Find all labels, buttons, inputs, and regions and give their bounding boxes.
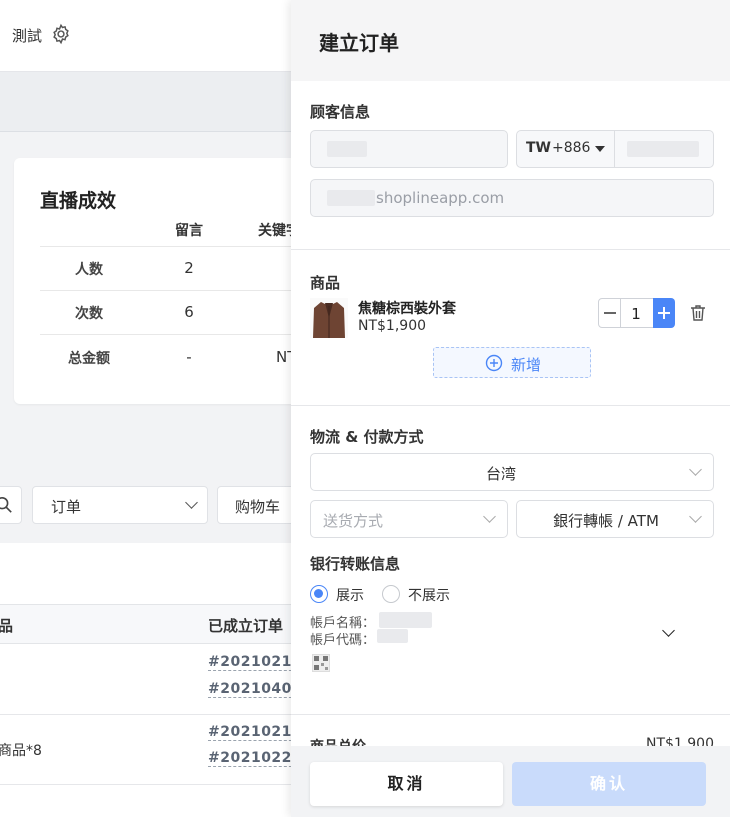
redacted-text [377,629,408,643]
redacted-text [379,612,432,628]
email-field[interactable]: shoplineapp.com [310,179,714,217]
search-box[interactable] [0,486,22,524]
redacted-text [327,141,367,157]
drawer-title: 建立订单 [319,31,399,55]
trash-icon[interactable] [690,304,706,326]
order-filter-select[interactable]: 订单 [32,486,208,524]
customer-section-title: 顾客信息 [310,103,371,121]
bank-section-title: 银行转账信息 [310,555,401,573]
stats-row-label: 次数 [75,306,103,322]
payment-method-select[interactable]: 銀行轉帳 / ATM [516,500,714,538]
live-stats-card: 直播成效 留言 关键字 人数 2 次数 6 总金额 - NT [14,158,330,404]
plus-circle-icon [485,354,503,376]
order-link[interactable]: #20210219 [208,654,303,671]
region-select[interactable]: 台湾 [310,453,714,491]
stats-row-label: 总金额 [68,351,110,367]
delivery-method-select[interactable]: 送货方式 [310,500,508,538]
hide-radio-label: 不展示 [408,588,450,604]
decrease-button[interactable] [599,299,621,327]
gear-icon[interactable] [50,23,72,45]
order-filter-label: 订单 [51,498,82,516]
stats-row-value: 2 [184,259,194,277]
chevron-down-icon [185,496,198,509]
add-product-label: 新增 [511,356,542,374]
chevron-down-icon [689,463,702,476]
cancel-button[interactable]: 取消 [310,762,503,806]
add-product-button[interactable]: 新增 [433,347,591,378]
divider [40,334,330,335]
confirm-button[interactable]: 确认 [512,762,706,806]
stats-row-value: 6 [184,303,194,321]
redacted-text [627,141,699,157]
customer-name-field[interactable] [310,130,508,168]
order-link[interactable]: #20210219 [208,724,303,741]
product-name: 焦糖棕西裝外套 [358,301,456,317]
stats-title: 直播成效 [40,190,117,212]
divider [291,714,730,715]
stats-row-label: 人数 [75,262,103,278]
stats-col-comments: 留言 [175,223,203,239]
show-radio[interactable] [310,585,328,603]
drawer-footer: 取消 确认 [291,746,730,817]
increase-button[interactable] [653,298,675,328]
chevron-down-icon [483,510,496,523]
email-domain: shoplineapp.com [376,189,505,207]
quantity-value[interactable]: 1 [621,305,651,323]
account-code-label: 帳戶代碼： [310,633,376,648]
hide-radio[interactable] [382,585,400,603]
product-price: NT$1,900 [358,318,427,334]
divider [40,246,330,247]
country-code: TW [526,140,551,156]
qr-code-icon [312,654,330,672]
page-title: 測試 [12,27,43,45]
divider [291,249,730,250]
product-thumbnail [310,298,348,338]
dial-code: +886 [552,140,591,156]
cart-filter-label: 购物车 [235,498,281,516]
divider [40,290,330,291]
stats-row-value: - [186,348,192,366]
minus-icon [604,312,616,314]
phone-field: TW +886 [516,130,714,168]
orders-table [0,543,300,817]
payment-value: 銀行轉帳 / ATM [553,512,659,530]
redacted-text [327,190,375,206]
drawer-header: 建立订单 [291,0,730,81]
order-link[interactable]: #20210405 [208,681,303,698]
create-order-drawer: 建立订单 顾客信息 TW +886 shoplineapp.com 商品 焦糖棕… [291,0,730,817]
search-icon [0,496,13,518]
order-link[interactable]: #20210224 [208,750,303,767]
products-section-title: 商品 [310,274,341,292]
show-radio-label: 展示 [336,588,364,604]
logistics-section-title: 物流 & 付款方式 [310,428,424,446]
divider [0,784,300,785]
table-row-product: 商品*8 [0,743,42,759]
col-product: 品 [0,617,14,635]
col-orders: 已成立订单 [208,617,284,635]
country-code-select[interactable]: TW +886 [517,131,615,167]
divider [291,405,730,406]
delivery-placeholder: 送货方式 [323,512,384,530]
chevron-down-icon[interactable] [662,624,675,637]
region-value: 台湾 [485,465,516,483]
divider [0,714,300,715]
table-header: 品 已成立订单 [0,604,300,644]
caret-down-icon [595,146,605,152]
quantity-stepper: 1 [598,298,675,328]
